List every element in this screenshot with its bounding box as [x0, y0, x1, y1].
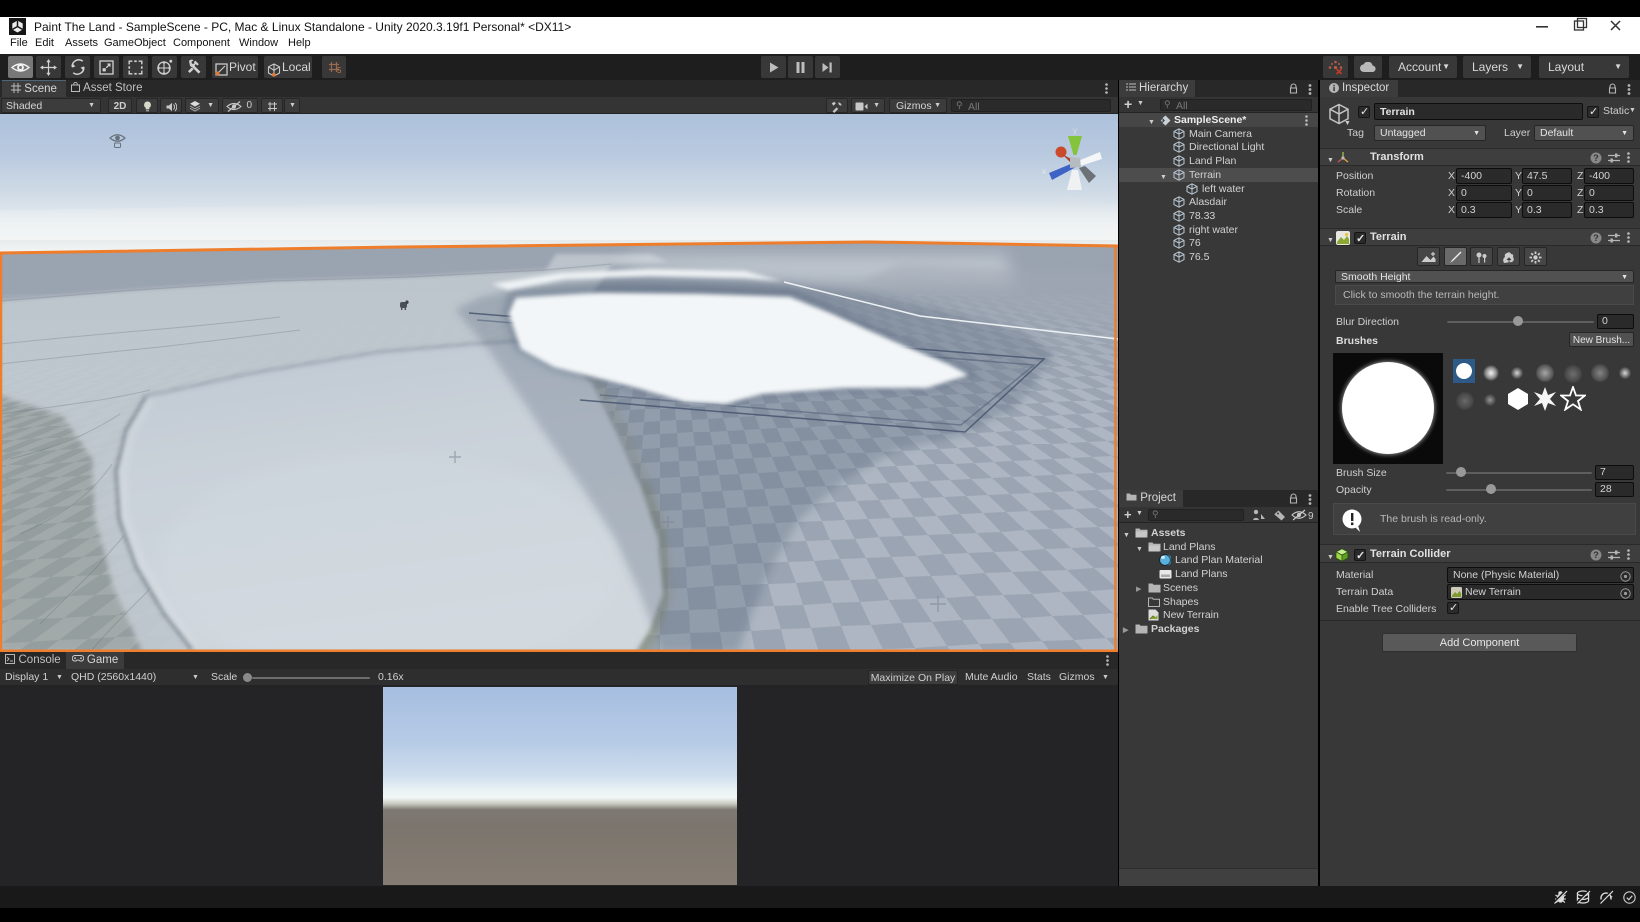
svg-text:?: ? — [1593, 550, 1599, 560]
svg-text:x: x — [1042, 166, 1047, 176]
svg-text:?: ? — [1593, 153, 1599, 163]
svg-text:?: ? — [1593, 233, 1599, 243]
svg-text:y: y — [1073, 125, 1078, 135]
svg-text:Persp: Persp — [1061, 195, 1086, 206]
svg-text:5: 5 — [337, 66, 341, 74]
svg-text:9: 9 — [1308, 511, 1314, 521]
